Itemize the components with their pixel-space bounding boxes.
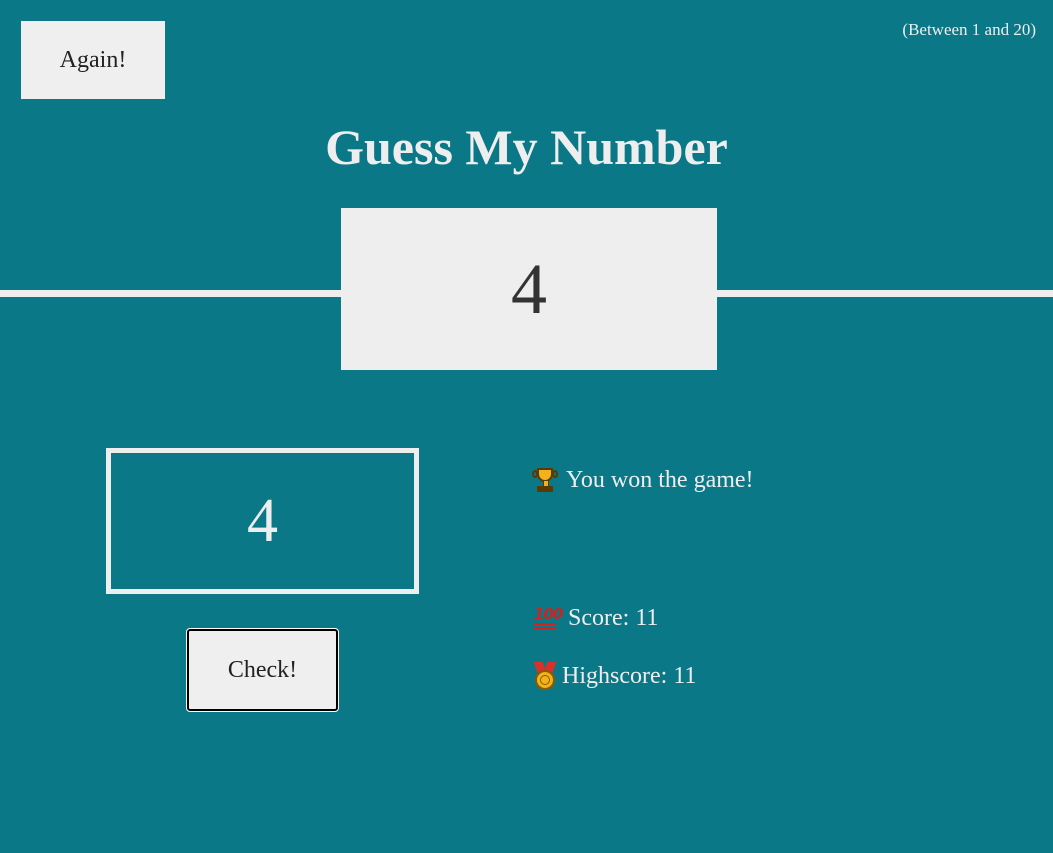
medal-icon xyxy=(532,662,558,690)
highscore-label: Highscore: xyxy=(562,662,668,689)
again-button[interactable]: Again! xyxy=(21,21,165,99)
guess-input[interactable] xyxy=(106,448,419,594)
range-hint: (Between 1 and 20) xyxy=(902,20,1036,39)
page-title: Guess My Number xyxy=(325,119,728,175)
score-label: Score: xyxy=(568,604,630,631)
score-value: 11 xyxy=(635,604,659,631)
hundred-points-icon: 100 xyxy=(532,604,563,632)
secret-number-box: 4 xyxy=(341,208,717,370)
score-line: 100 Score: 11 xyxy=(532,604,658,632)
trophy-icon xyxy=(532,466,558,494)
status-message: You won the game! xyxy=(532,466,754,494)
status-message-text: You won the game! xyxy=(566,466,754,493)
highscore-value: 11 xyxy=(673,662,697,689)
check-button[interactable]: Check! xyxy=(186,628,339,712)
highscore-line: Highscore: 11 xyxy=(532,662,696,690)
